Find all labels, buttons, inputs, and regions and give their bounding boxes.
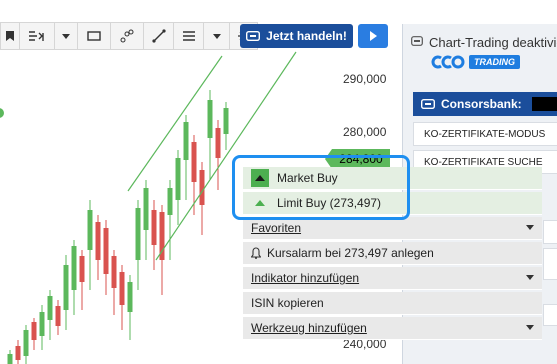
- panel-field[interactable]: [543, 248, 557, 280]
- trading-badge: TRADING: [469, 55, 520, 69]
- brand-logo: TRADING: [429, 55, 520, 69]
- drawing-toolbar: [0, 22, 258, 50]
- indicators-icon[interactable]: [20, 22, 55, 50]
- ticket-icon: [246, 31, 261, 41]
- bookmark-icon[interactable]: [0, 22, 20, 50]
- node-path-icon[interactable]: [111, 22, 144, 50]
- candle-body: [55, 306, 61, 326]
- candle-body: [215, 128, 221, 158]
- ticket-icon: [411, 36, 423, 46]
- copy-isin-item[interactable]: ISIN kopieren: [243, 292, 542, 315]
- chart-trading-screen: Jetzt handeln! 290,000 280,000 240,000 2…: [0, 0, 557, 364]
- favoriten-label: Favoriten: [251, 221, 302, 235]
- favoriten-item[interactable]: Favoriten: [243, 217, 542, 240]
- rectangle-icon[interactable]: [78, 22, 111, 50]
- candle-body: [95, 222, 101, 260]
- candle-body: [111, 256, 117, 288]
- candle-body: [31, 322, 37, 340]
- price-axis-label: 280,000: [343, 125, 387, 139]
- chevron-down-icon: [526, 275, 534, 280]
- panel-field[interactable]: [543, 304, 557, 326]
- candle-body: [207, 100, 213, 138]
- dropdown-caret-icon[interactable]: [55, 22, 78, 50]
- copy-isin-label: ISIN kopieren: [251, 296, 324, 310]
- candle-body: [135, 208, 141, 260]
- candle-body: [175, 158, 181, 200]
- candle-body: [47, 296, 53, 320]
- focus-highlight: [232, 155, 410, 220]
- cc-logo-icon: [431, 55, 465, 69]
- add-tool-item[interactable]: Werkzeug hinzufügen: [243, 317, 542, 340]
- candle-body: [79, 256, 85, 282]
- play-icon: [369, 31, 377, 41]
- candle-body: [71, 246, 77, 290]
- candle-body: [223, 108, 229, 134]
- candle-body: [119, 272, 125, 305]
- candle-body: [39, 312, 45, 336]
- broker-button[interactable]: Consorsbank:: [413, 92, 557, 116]
- candle-body: [87, 210, 93, 250]
- price-axis-label: 290,000: [343, 72, 387, 86]
- panel-header: Chart-Trading deaktivie TRADING: [403, 24, 557, 90]
- line-draw-icon[interactable]: [144, 22, 174, 50]
- menu-icon[interactable]: [174, 22, 204, 50]
- trade-now-button[interactable]: Jetzt handeln!: [240, 24, 353, 48]
- ko-mode-row[interactable]: KO-ZERTIFIKATE-MODUS: [413, 122, 557, 146]
- add-tool-label: Werkzeug hinzufügen: [251, 321, 367, 335]
- chevron-down-icon: [526, 325, 534, 330]
- chevron-down-icon[interactable]: [204, 22, 230, 50]
- candle-body: [183, 122, 189, 160]
- trade-now-label: Jetzt handeln!: [266, 29, 347, 43]
- bell-icon: [251, 247, 261, 259]
- chevron-down-icon: [526, 225, 534, 230]
- candle-body: [103, 228, 109, 274]
- candle-body: [199, 170, 205, 205]
- redacted-box: [531, 97, 557, 111]
- panel-field[interactable]: [543, 220, 557, 244]
- price-alert-label: Kursalarm bei 273,497 anlegen: [267, 246, 434, 260]
- candle-body: [143, 188, 149, 230]
- candle-body: [167, 188, 173, 215]
- add-indicator-item[interactable]: Indikator hinzufügen: [243, 267, 542, 290]
- candle-body: [23, 330, 29, 356]
- candle-body: [127, 282, 133, 312]
- candle-body: [15, 346, 21, 360]
- add-indicator-label: Indikator hinzufügen: [251, 271, 360, 285]
- price-alert-item[interactable]: Kursalarm bei 273,497 anlegen: [243, 242, 542, 265]
- ticket-icon: [421, 99, 435, 109]
- candle-body: [7, 354, 13, 364]
- candle-body: [151, 210, 157, 245]
- candle-body: [63, 265, 69, 310]
- chart-trading-title: Chart-Trading deaktivie: [429, 35, 557, 50]
- broker-label: Consorsbank:: [441, 97, 522, 111]
- candle-body: [191, 142, 197, 182]
- play-button[interactable]: [358, 24, 388, 48]
